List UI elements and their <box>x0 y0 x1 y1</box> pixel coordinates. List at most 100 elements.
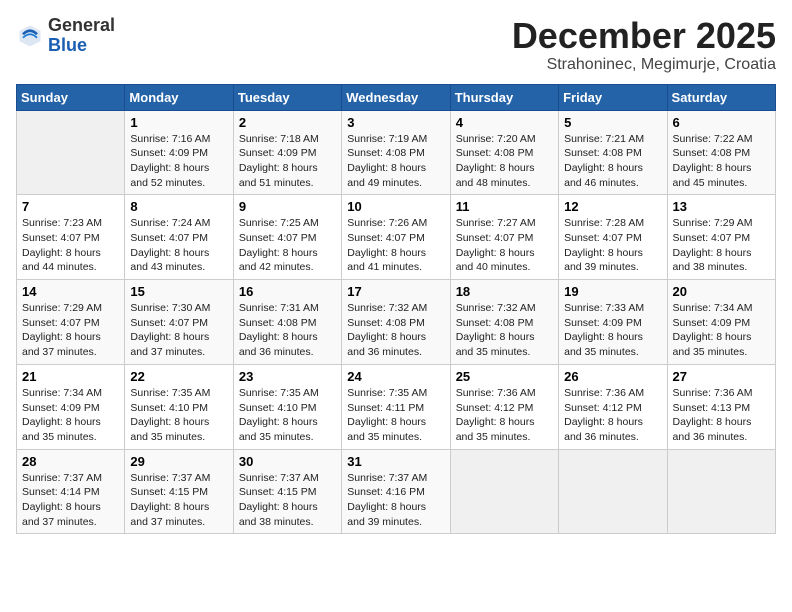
calendar-cell: 20 Sunrise: 7:34 AMSunset: 4:09 PMDayligh… <box>667 280 775 365</box>
calendar-header-friday: Friday <box>559 84 667 110</box>
day-number: 15 <box>130 284 227 299</box>
day-info: Sunrise: 7:36 AMSunset: 4:13 PMDaylight:… <box>673 386 770 445</box>
day-number: 2 <box>239 115 336 130</box>
day-number: 14 <box>22 284 119 299</box>
calendar-week-row: 28Sunrise: 7:37 AMSunset: 4:14 PMDayligh… <box>17 449 776 534</box>
calendar-cell: 19Sunrise: 7:33 AMSunset: 4:09 PMDayligh… <box>559 280 667 365</box>
calendar-cell: 3 Sunrise: 7:19 AMSunset: 4:08 PMDaylight… <box>342 110 450 195</box>
day-number: 5 <box>564 115 661 130</box>
day-info: Sunrise: 7:19 AMSunset: 4:08 PMDaylight:… <box>347 132 444 191</box>
calendar-cell: 23 Sunrise: 7:35 AMSunset: 4:10 PMDayligh… <box>233 364 341 449</box>
calendar-table: SundayMondayTuesdayWednesdayThursdayFrid… <box>16 84 776 535</box>
calendar-cell: 15 Sunrise: 7:30 AMSunset: 4:07 PMDayligh… <box>125 280 233 365</box>
day-number: 8 <box>130 199 227 214</box>
calendar-cell: 31 Sunrise: 7:37 AMSunset: 4:16 PMDayligh… <box>342 449 450 534</box>
day-number: 11 <box>456 199 553 214</box>
day-info: Sunrise: 7:37 AMSunset: 4:15 PMDaylight:… <box>239 471 336 530</box>
calendar-cell: 11 Sunrise: 7:27 AMSunset: 4:07 PMDayligh… <box>450 195 558 280</box>
calendar-cell: 26 Sunrise: 7:36 AMSunset: 4:12 PMDayligh… <box>559 364 667 449</box>
month-title: December 2025 <box>512 16 776 56</box>
calendar-header-monday: Monday <box>125 84 233 110</box>
day-info: Sunrise: 7:34 AMSunset: 4:09 PMDaylight:… <box>22 386 119 445</box>
calendar-cell: 17 Sunrise: 7:32 AMSunset: 4:08 PMDayligh… <box>342 280 450 365</box>
day-number: 23 <box>239 369 336 384</box>
calendar-cell: 13 Sunrise: 7:29 AMSunset: 4:07 PMDayligh… <box>667 195 775 280</box>
day-number: 4 <box>456 115 553 130</box>
day-info: Sunrise: 7:32 AMSunset: 4:08 PMDaylight:… <box>347 301 444 360</box>
day-info: Sunrise: 7:29 AMSunset: 4:07 PMDaylight:… <box>22 301 119 360</box>
calendar-cell: 22Sunrise: 7:35 AMSunset: 4:10 PMDayligh… <box>125 364 233 449</box>
day-number: 3 <box>347 115 444 130</box>
calendar-cell: 2 Sunrise: 7:18 AMSunset: 4:09 PMDaylight… <box>233 110 341 195</box>
day-number: 27 <box>673 369 770 384</box>
day-info: Sunrise: 7:36 AMSunset: 4:12 PMDaylight:… <box>564 386 661 445</box>
calendar-week-row: 7 Sunrise: 7:23 AMSunset: 4:07 PMDaylight… <box>17 195 776 280</box>
calendar-header-thursday: Thursday <box>450 84 558 110</box>
day-number: 31 <box>347 454 444 469</box>
day-info: Sunrise: 7:36 AMSunset: 4:12 PMDaylight:… <box>456 386 553 445</box>
calendar-header-sunday: Sunday <box>17 84 125 110</box>
day-number: 10 <box>347 199 444 214</box>
calendar-cell: 9Sunrise: 7:25 AMSunset: 4:07 PMDaylight… <box>233 195 341 280</box>
calendar-cell: 10 Sunrise: 7:26 AMSunset: 4:07 PMDayligh… <box>342 195 450 280</box>
day-number: 7 <box>22 199 119 214</box>
page-header: General Blue December 2025 Strahoninec, … <box>16 16 776 74</box>
day-number: 1 <box>130 115 227 130</box>
day-number: 28 <box>22 454 119 469</box>
day-info: Sunrise: 7:37 AMSunset: 4:15 PMDaylight:… <box>130 471 227 530</box>
day-number: 22 <box>130 369 227 384</box>
day-info: Sunrise: 7:35 AMSunset: 4:10 PMDaylight:… <box>239 386 336 445</box>
calendar-cell: 18 Sunrise: 7:32 AMSunset: 4:08 PMDayligh… <box>450 280 558 365</box>
logo-blue: Blue <box>48 35 87 55</box>
day-info: Sunrise: 7:23 AMSunset: 4:07 PMDaylight:… <box>22 216 119 275</box>
day-number: 6 <box>673 115 770 130</box>
day-info: Sunrise: 7:27 AMSunset: 4:07 PMDaylight:… <box>456 216 553 275</box>
day-number: 29 <box>130 454 227 469</box>
title-block: December 2025 Strahoninec, Megimurje, Cr… <box>512 16 776 74</box>
logo-icon <box>16 22 44 50</box>
day-number: 17 <box>347 284 444 299</box>
logo: General Blue <box>16 16 115 56</box>
calendar-week-row: 14 Sunrise: 7:29 AMSunset: 4:07 PMDayligh… <box>17 280 776 365</box>
calendar-cell: 30 Sunrise: 7:37 AMSunset: 4:15 PMDayligh… <box>233 449 341 534</box>
location: Strahoninec, Megimurje, Croatia <box>512 56 776 74</box>
day-number: 16 <box>239 284 336 299</box>
day-number: 19 <box>564 284 661 299</box>
day-info: Sunrise: 7:30 AMSunset: 4:07 PMDaylight:… <box>130 301 227 360</box>
day-info: Sunrise: 7:18 AMSunset: 4:09 PMDaylight:… <box>239 132 336 191</box>
calendar-cell <box>559 449 667 534</box>
calendar-week-row: 1Sunrise: 7:16 AMSunset: 4:09 PMDaylight… <box>17 110 776 195</box>
day-info: Sunrise: 7:29 AMSunset: 4:07 PMDaylight:… <box>673 216 770 275</box>
calendar-cell: 6Sunrise: 7:22 AMSunset: 4:08 PMDaylight… <box>667 110 775 195</box>
day-info: Sunrise: 7:25 AMSunset: 4:07 PMDaylight:… <box>239 216 336 275</box>
calendar-cell: 5 Sunrise: 7:21 AMSunset: 4:08 PMDaylight… <box>559 110 667 195</box>
day-number: 20 <box>673 284 770 299</box>
calendar-header-row: SundayMondayTuesdayWednesdayThursdayFrid… <box>17 84 776 110</box>
day-number: 13 <box>673 199 770 214</box>
day-number: 21 <box>22 369 119 384</box>
calendar-header-wednesday: Wednesday <box>342 84 450 110</box>
day-info: Sunrise: 7:21 AMSunset: 4:08 PMDaylight:… <box>564 132 661 191</box>
calendar-cell <box>667 449 775 534</box>
day-info: Sunrise: 7:26 AMSunset: 4:07 PMDaylight:… <box>347 216 444 275</box>
calendar-cell: 14 Sunrise: 7:29 AMSunset: 4:07 PMDayligh… <box>17 280 125 365</box>
logo-general: General <box>48 15 115 35</box>
calendar-cell: 16 Sunrise: 7:31 AMSunset: 4:08 PMDayligh… <box>233 280 341 365</box>
logo-text: General Blue <box>48 16 115 56</box>
calendar-cell: 24 Sunrise: 7:35 AMSunset: 4:11 PMDayligh… <box>342 364 450 449</box>
day-info: Sunrise: 7:34 AMSunset: 4:09 PMDaylight:… <box>673 301 770 360</box>
calendar-cell: 4 Sunrise: 7:20 AMSunset: 4:08 PMDaylight… <box>450 110 558 195</box>
day-info: Sunrise: 7:20 AMSunset: 4:08 PMDaylight:… <box>456 132 553 191</box>
calendar-cell: 1Sunrise: 7:16 AMSunset: 4:09 PMDaylight… <box>125 110 233 195</box>
day-info: Sunrise: 7:32 AMSunset: 4:08 PMDaylight:… <box>456 301 553 360</box>
day-number: 25 <box>456 369 553 384</box>
day-info: Sunrise: 7:31 AMSunset: 4:08 PMDaylight:… <box>239 301 336 360</box>
day-info: Sunrise: 7:37 AMSunset: 4:16 PMDaylight:… <box>347 471 444 530</box>
day-number: 26 <box>564 369 661 384</box>
calendar-cell: 21 Sunrise: 7:34 AMSunset: 4:09 PMDayligh… <box>17 364 125 449</box>
day-number: 30 <box>239 454 336 469</box>
day-number: 24 <box>347 369 444 384</box>
day-info: Sunrise: 7:35 AMSunset: 4:11 PMDaylight:… <box>347 386 444 445</box>
calendar-cell: 12Sunrise: 7:28 AMSunset: 4:07 PMDayligh… <box>559 195 667 280</box>
day-number: 18 <box>456 284 553 299</box>
